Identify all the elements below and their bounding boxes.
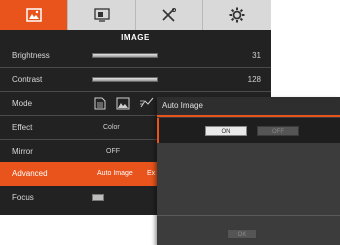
menu-row-contrast[interactable]: Contrast 128 bbox=[0, 68, 271, 92]
ok-button[interactable]: OK bbox=[227, 229, 257, 239]
brightness-value: 31 bbox=[252, 51, 261, 60]
tools-icon bbox=[162, 8, 177, 22]
dialog-divider bbox=[157, 215, 340, 216]
dialog-option-band: ON OFF bbox=[157, 118, 340, 143]
photo-mode-icon[interactable] bbox=[116, 97, 130, 110]
advanced-label: Advanced bbox=[12, 169, 48, 178]
mirror-label: Mirror bbox=[12, 147, 33, 156]
tab-tools[interactable] bbox=[136, 0, 203, 30]
contrast-value: 128 bbox=[247, 75, 261, 84]
display-icon bbox=[93, 8, 110, 22]
auto-image-dialog: Auto Image ON OFF OK bbox=[157, 97, 340, 245]
document-mode-icon[interactable] bbox=[94, 97, 106, 110]
mirror-value: OFF bbox=[106, 148, 120, 155]
settings-gear-icon bbox=[229, 7, 245, 23]
off-button[interactable]: OFF bbox=[257, 126, 299, 136]
contrast-label: Contrast bbox=[12, 75, 43, 84]
effect-label: Effect bbox=[12, 123, 33, 132]
advanced-next-option: Ex bbox=[147, 170, 156, 177]
on-button[interactable]: ON bbox=[205, 126, 247, 136]
tab-bar bbox=[0, 0, 271, 30]
advanced-value: Auto Image bbox=[97, 170, 133, 177]
menu-row-brightness[interactable]: Brightness 31 bbox=[0, 44, 271, 68]
tab-settings[interactable] bbox=[203, 0, 271, 30]
brightness-slider[interactable] bbox=[92, 53, 158, 58]
section-title: IMAGE bbox=[121, 32, 150, 42]
focus-control[interactable] bbox=[92, 194, 104, 201]
effect-value: Color bbox=[103, 124, 120, 131]
contrast-slider[interactable] bbox=[92, 77, 158, 82]
brightness-label: Brightness bbox=[12, 51, 50, 60]
mode-label: Mode bbox=[12, 99, 33, 108]
dialog-titlebar: Auto Image bbox=[157, 97, 340, 117]
image-settings-icon bbox=[25, 8, 42, 22]
tab-image[interactable] bbox=[0, 0, 68, 30]
tab-display[interactable] bbox=[68, 0, 136, 30]
focus-label: Focus bbox=[12, 193, 34, 202]
motion-mode-icon[interactable] bbox=[139, 97, 155, 110]
dialog-title: Auto Image bbox=[162, 101, 203, 110]
